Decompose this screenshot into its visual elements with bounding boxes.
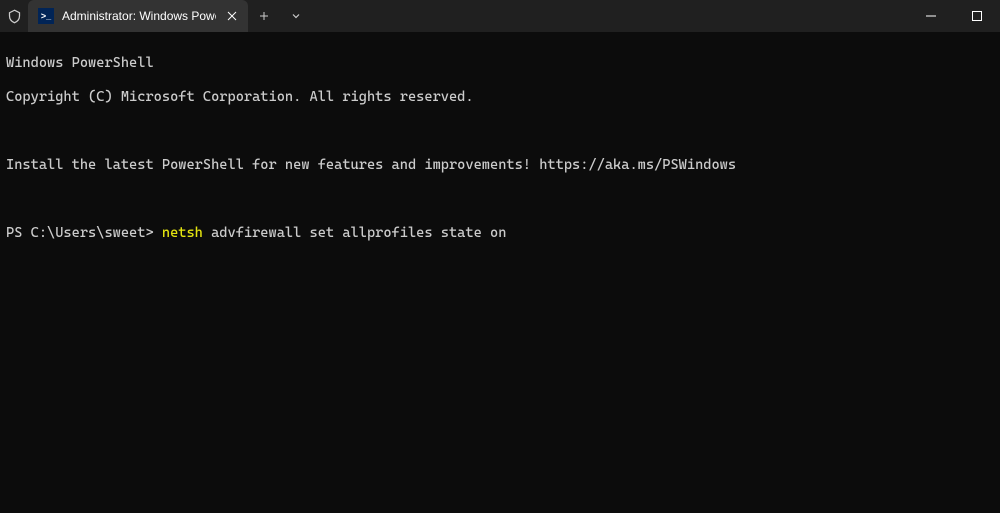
tab-dropdown-button[interactable] [280,0,312,32]
command-highlight: netsh [162,225,203,241]
tab-title: Administrator: Windows Powe [62,9,216,23]
terminal-line: Windows PowerShell [6,55,994,72]
terminal-blank [6,123,994,140]
prompt: PS C:\Users\sweet> [6,225,162,241]
terminal-line: Copyright (C) Microsoft Corporation. All… [6,89,994,106]
terminal-output[interactable]: Windows PowerShell Copyright (C) Microso… [0,32,1000,265]
command-rest: advfirewall set allprofiles state on [203,225,507,241]
minimize-button[interactable] [908,0,954,32]
powershell-icon: >_ [38,8,54,24]
tab-close-button[interactable] [224,8,240,24]
maximize-button[interactable] [954,0,1000,32]
titlebar: >_ Administrator: Windows Powe [0,0,1000,32]
window-controls [908,0,1000,32]
shield-icon [0,0,28,32]
tab-powershell[interactable]: >_ Administrator: Windows Powe [28,0,248,32]
terminal-prompt-line: PS C:\Users\sweet> netsh advfirewall set… [6,225,994,242]
terminal-line: Install the latest PowerShell for new fe… [6,157,994,174]
titlebar-left: >_ Administrator: Windows Powe [0,0,908,32]
terminal-blank [6,191,994,208]
new-tab-button[interactable] [248,0,280,32]
